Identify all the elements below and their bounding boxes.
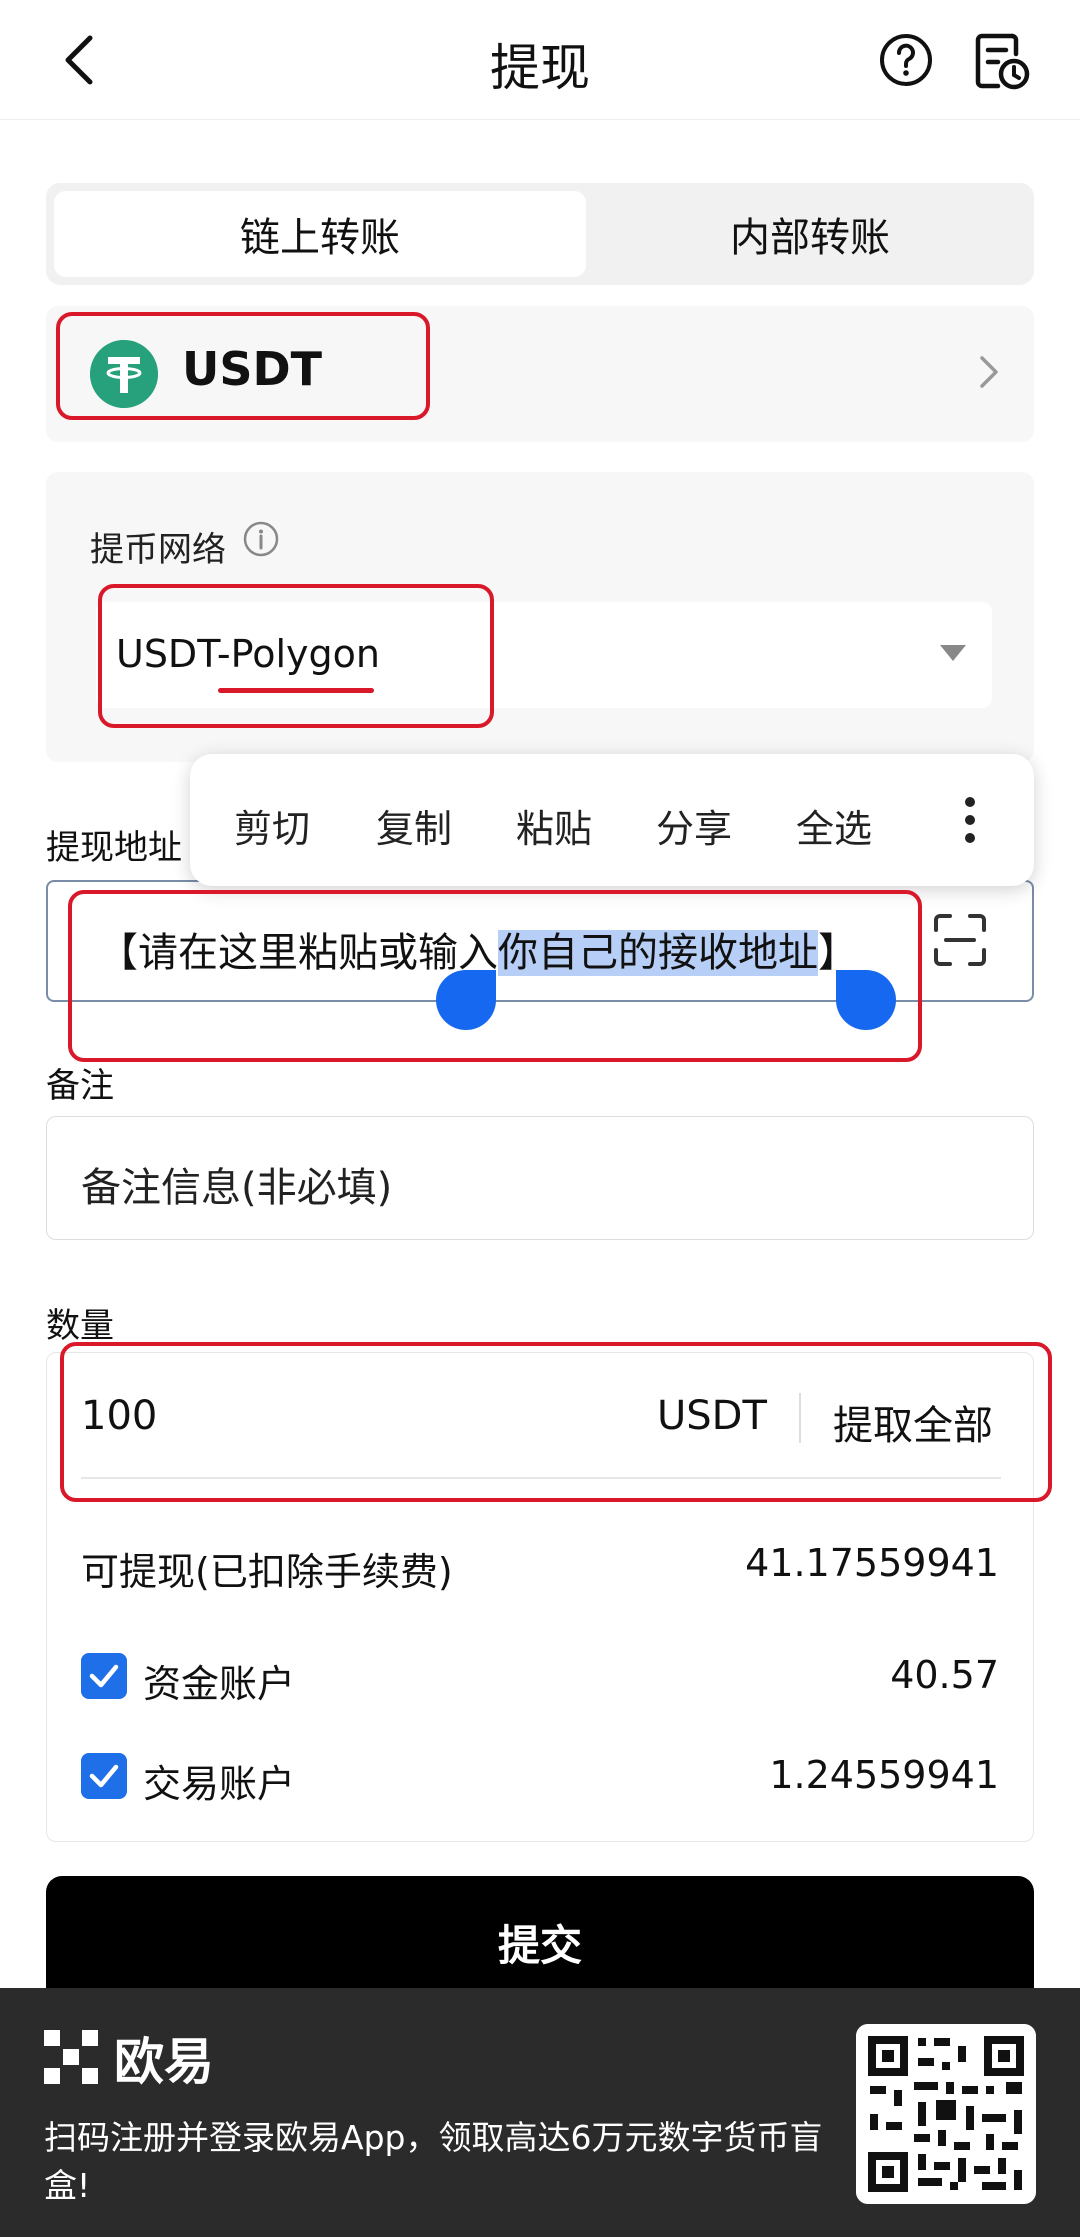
info-icon[interactable] bbox=[242, 520, 280, 558]
more-options-icon[interactable] bbox=[962, 794, 978, 846]
amount-label: 数量 bbox=[46, 1306, 114, 1346]
remark-placeholder: 备注信息(非必填) bbox=[81, 1165, 393, 1211]
funding-account-checkbox[interactable] bbox=[81, 1653, 127, 1699]
transfer-type-tabs: 链上转账 内部转账 bbox=[46, 183, 1034, 285]
app-header: 提现 bbox=[0, 0, 1080, 120]
promo-text: 扫码注册并登录欧易App，领取高达6万元数字货币盲盒! bbox=[44, 2118, 823, 2205]
trading-account-label: 交易账户 bbox=[143, 1762, 296, 1806]
promo-banner[interactable]: 欧易 扫码注册并登录欧易App，领取高达6万元数字货币盲盒! bbox=[0, 1988, 1080, 2237]
text-context-menu: 剪切 复制 粘贴 分享 全选 bbox=[190, 754, 1034, 886]
help-icon[interactable] bbox=[878, 32, 934, 88]
available-label: 可提现(已扣除手续费) bbox=[81, 1550, 453, 1594]
menu-item-select-all[interactable]: 全选 bbox=[796, 798, 872, 853]
qr-code-icon bbox=[856, 2024, 1036, 2204]
network-label: 提币网络 bbox=[90, 530, 226, 570]
remark-input[interactable]: 备注信息(非必填) bbox=[46, 1116, 1034, 1240]
annotation-box-coin bbox=[56, 312, 430, 420]
history-record-icon[interactable] bbox=[972, 30, 1032, 92]
annotation-box-network bbox=[98, 584, 494, 728]
chevron-right-icon bbox=[980, 356, 998, 388]
menu-item-paste[interactable]: 粘贴 bbox=[516, 798, 592, 853]
menu-item-cut[interactable]: 剪切 bbox=[234, 798, 310, 853]
annotation-box-address bbox=[68, 890, 922, 1062]
tab-on-chain-transfer[interactable]: 链上转账 bbox=[54, 191, 586, 277]
funding-account-label: 资金账户 bbox=[143, 1662, 296, 1706]
funding-account-value: 40.57 bbox=[890, 1653, 999, 1697]
submit-button[interactable]: 提交 bbox=[46, 1876, 1034, 2006]
caret-down-icon bbox=[940, 645, 966, 661]
okx-logo-icon bbox=[44, 2030, 98, 2084]
brand-name: 欧易 bbox=[114, 2033, 214, 2091]
scan-qr-icon[interactable] bbox=[932, 912, 988, 968]
menu-item-copy[interactable]: 复制 bbox=[376, 798, 452, 853]
annotation-underline-network bbox=[218, 688, 374, 693]
menu-item-share[interactable]: 分享 bbox=[656, 798, 732, 853]
tab-internal-transfer[interactable]: 内部转账 bbox=[594, 191, 1026, 277]
trading-account-value: 1.24559941 bbox=[769, 1753, 999, 1797]
annotation-box-amount bbox=[60, 1342, 1052, 1502]
remark-label: 备注 bbox=[46, 1066, 114, 1106]
available-value: 41.17559941 bbox=[745, 1541, 999, 1585]
trading-account-checkbox[interactable] bbox=[81, 1753, 127, 1799]
address-label: 提现地址 bbox=[46, 828, 182, 868]
